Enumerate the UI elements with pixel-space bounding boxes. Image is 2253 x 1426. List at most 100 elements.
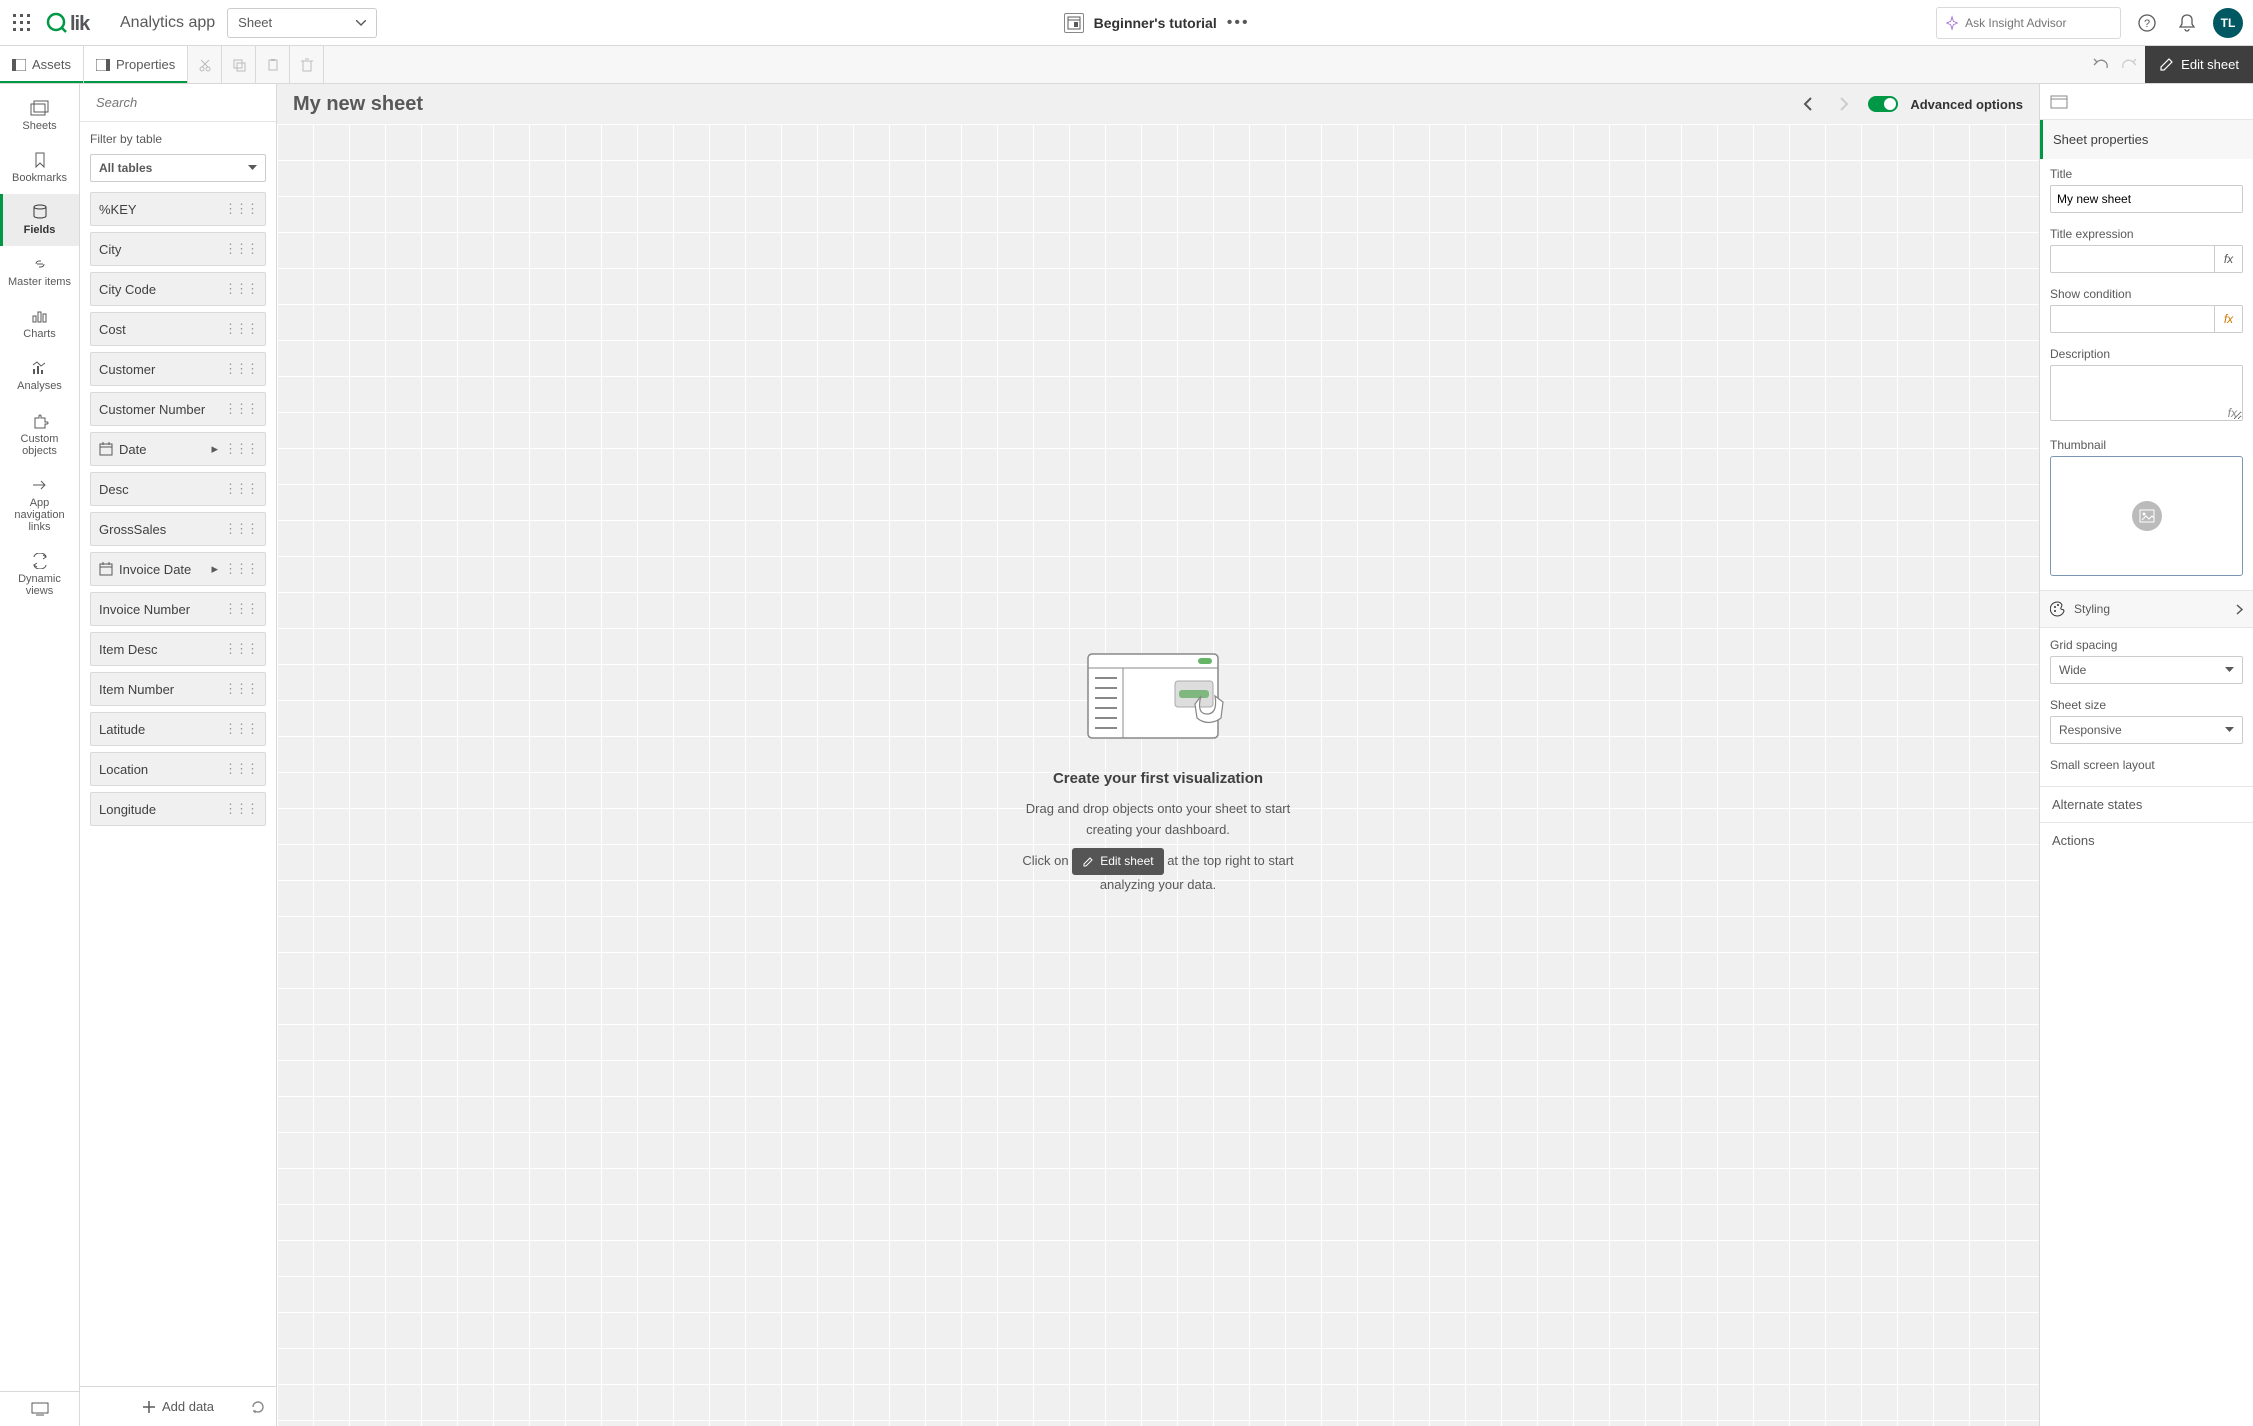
- rail-master-items[interactable]: Master items: [0, 246, 79, 298]
- help-icon[interactable]: ?: [2133, 9, 2161, 37]
- filter-by-table-label: Filter by table: [80, 122, 276, 150]
- cut-button[interactable]: [188, 46, 222, 83]
- field-item[interactable]: Invoice Date▸⋮⋮⋮: [90, 552, 266, 586]
- actions-section[interactable]: Actions: [2040, 822, 2253, 858]
- title-expr-fx-button[interactable]: fx: [2215, 245, 2243, 273]
- field-item[interactable]: Longitude⋮⋮⋮: [90, 792, 266, 826]
- field-label: Desc: [99, 482, 129, 497]
- monitor-icon: [30, 1402, 50, 1416]
- sheet-dropdown-label: Sheet: [238, 15, 272, 30]
- app-launcher-icon[interactable]: [10, 11, 34, 35]
- inline-edit-sheet-chip: Edit sheet: [1072, 848, 1163, 875]
- rail-fields[interactable]: Fields: [0, 194, 79, 246]
- sheets-icon: [30, 100, 50, 116]
- sheet-canvas[interactable]: Create your first visualization Drag and…: [277, 124, 2039, 1426]
- field-item[interactable]: %KEY⋮⋮⋮: [90, 192, 266, 226]
- field-item[interactable]: Item Number⋮⋮⋮: [90, 672, 266, 706]
- insight-input[interactable]: [1965, 16, 2112, 30]
- analyses-icon: [30, 360, 50, 376]
- show-cond-fx-button[interactable]: fx: [2215, 305, 2243, 333]
- undo-icon[interactable]: [2093, 58, 2111, 72]
- assets-label: Assets: [32, 57, 71, 72]
- notifications-icon[interactable]: [2173, 9, 2201, 37]
- field-label: %KEY: [99, 202, 137, 217]
- sheet-dropdown[interactable]: Sheet: [227, 8, 377, 38]
- calendar-icon: [99, 442, 113, 456]
- field-item[interactable]: Customer Number⋮⋮⋮: [90, 392, 266, 426]
- field-item[interactable]: Invoice Number⋮⋮⋮: [90, 592, 266, 626]
- rail-charts[interactable]: Charts: [0, 298, 79, 350]
- sheet-size-select[interactable]: Responsive: [2050, 716, 2243, 744]
- styling-section[interactable]: Styling: [2040, 590, 2253, 628]
- grip-icon: ⋮⋮⋮: [224, 521, 257, 537]
- alternate-states-section[interactable]: Alternate states: [2040, 786, 2253, 822]
- rail-app-nav-links[interactable]: App navigation links: [0, 467, 79, 543]
- chevron-right-icon: [2236, 604, 2243, 615]
- field-list: %KEY⋮⋮⋮City⋮⋮⋮City Code⋮⋮⋮Cost⋮⋮⋮Custome…: [80, 190, 276, 1386]
- grid-spacing-select[interactable]: Wide: [2050, 656, 2243, 684]
- prev-sheet-button[interactable]: [1796, 92, 1820, 116]
- show-cond-input[interactable]: [2050, 305, 2215, 333]
- field-item[interactable]: Latitude⋮⋮⋮: [90, 712, 266, 746]
- rail-bottom-button[interactable]: [0, 1391, 79, 1426]
- edit-sheet-button[interactable]: Edit sheet: [2145, 46, 2253, 83]
- description-label: Description: [2050, 347, 2243, 361]
- table-filter-dropdown[interactable]: All tables: [90, 154, 266, 182]
- advanced-options-label: Advanced options: [1910, 97, 2023, 112]
- rail-bookmarks[interactable]: Bookmarks: [0, 142, 79, 194]
- rail-dynamic-views[interactable]: Dynamic views: [0, 543, 79, 607]
- field-label: Cost: [99, 322, 126, 337]
- copy-button[interactable]: [222, 46, 256, 83]
- rail-custom-objects[interactable]: Custom objects: [0, 403, 79, 467]
- field-item[interactable]: City Code⋮⋮⋮: [90, 272, 266, 306]
- rail-analyses[interactable]: Analyses: [0, 350, 79, 402]
- title-expr-input[interactable]: [2050, 245, 2215, 273]
- avatar[interactable]: TL: [2213, 8, 2243, 38]
- grip-icon: ⋮⋮⋮: [224, 361, 257, 377]
- refresh-button[interactable]: [250, 1399, 266, 1415]
- field-label: Invoice Number: [99, 602, 190, 617]
- field-label: Customer Number: [99, 402, 205, 417]
- pencil-icon: [1082, 856, 1094, 868]
- svg-text:?: ?: [2144, 18, 2150, 30]
- field-item[interactable]: Date▸⋮⋮⋮: [90, 432, 266, 466]
- link-icon: [30, 256, 50, 272]
- description-fx-icon[interactable]: fx: [2228, 406, 2237, 420]
- more-menu-icon[interactable]: •••: [1227, 14, 1250, 32]
- field-label: Location: [99, 762, 148, 777]
- paste-button[interactable]: [256, 46, 290, 83]
- delete-button[interactable]: [290, 46, 324, 83]
- field-item[interactable]: Location⋮⋮⋮: [90, 752, 266, 786]
- field-item[interactable]: Customer⋮⋮⋮: [90, 352, 266, 386]
- field-label: City: [99, 242, 121, 257]
- assets-search-input[interactable]: [96, 95, 274, 110]
- insight-advisor-search[interactable]: [1936, 7, 2121, 39]
- add-data-button[interactable]: Add data: [142, 1399, 214, 1414]
- thumbnail-label: Thumbnail: [2050, 438, 2243, 452]
- chart-icon: [30, 308, 50, 324]
- rail-sheets[interactable]: Sheets: [0, 90, 79, 142]
- toolbar: Assets Properties Edit sheet: [0, 46, 2253, 84]
- field-label: Longitude: [99, 802, 156, 817]
- field-item[interactable]: Item Desc⋮⋮⋮: [90, 632, 266, 666]
- next-sheet-button[interactable]: [1832, 92, 1856, 116]
- advanced-options-toggle[interactable]: [1868, 96, 1898, 112]
- field-item[interactable]: Desc⋮⋮⋮: [90, 472, 266, 506]
- sheet-object-icon[interactable]: [2050, 95, 2068, 109]
- sheet-size-value: Responsive: [2059, 723, 2122, 737]
- thumbnail-picker[interactable]: [2050, 456, 2243, 576]
- properties-label: Properties: [116, 57, 175, 72]
- description-textarea[interactable]: [2050, 365, 2243, 421]
- title-input[interactable]: [2050, 185, 2243, 213]
- sheet-overview-icon[interactable]: [1064, 13, 1084, 33]
- properties-toggle[interactable]: Properties: [84, 46, 188, 83]
- field-item[interactable]: City⋮⋮⋮: [90, 232, 266, 266]
- puzzle-icon: [30, 413, 50, 429]
- field-item[interactable]: GrossSales⋮⋮⋮: [90, 512, 266, 546]
- field-item[interactable]: Cost⋮⋮⋮: [90, 312, 266, 346]
- empty-illustration-icon: [1083, 646, 1233, 746]
- grip-icon: ⋮⋮⋮: [224, 441, 257, 457]
- assets-toggle[interactable]: Assets: [0, 46, 84, 83]
- redo-icon[interactable]: [2119, 58, 2137, 72]
- left-rail: Sheets Bookmarks Fields Master items Cha…: [0, 84, 80, 1426]
